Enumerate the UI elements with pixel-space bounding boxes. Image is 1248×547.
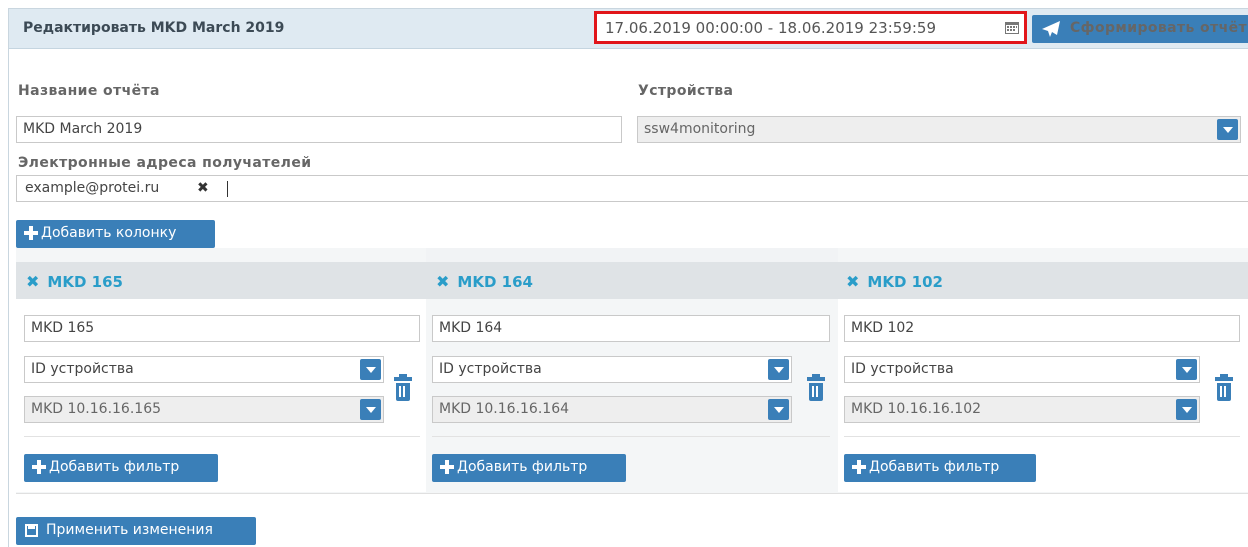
add-filter-button[interactable]: Добавить фильтр [432,454,626,482]
chevron-down-icon[interactable] [1217,119,1238,140]
add-filter-button[interactable]: Добавить фильтр [24,454,218,482]
devices-label: Устройства [638,83,734,99]
devices-value: ssw4monitoring [644,121,756,137]
date-range-value: 17.06.2019 00:00:00 - 18.06.2019 23:59:5… [605,19,936,37]
plus-icon [440,460,454,474]
emails-input[interactable]: example@protei.ru ✖ [16,175,1248,202]
trash-icon[interactable] [394,374,412,401]
filter-value: MKD 10.16.16.102 [851,401,982,417]
close-icon[interactable]: ✖ [436,272,449,291]
chevron-down-icon[interactable] [1176,359,1197,380]
add-filter-label: Добавить фильтр [49,459,180,475]
columns-header-bar [16,262,1248,299]
text-caret [227,181,228,197]
report-name-input[interactable]: MKD March 2019 [16,116,622,143]
trash-icon[interactable] [807,374,825,401]
chevron-down-icon[interactable] [360,399,381,420]
column-divider [24,436,420,437]
add-column-label: Добавить колонку [41,225,177,241]
page-title: Редактировать MKD March 2019 [23,20,285,36]
column-title-text: MKD 102 [867,273,943,291]
chevron-down-icon[interactable] [768,399,789,420]
add-filter-label: Добавить фильтр [457,459,588,475]
filter-select[interactable]: MKD 10.16.16.164 [432,396,792,423]
column-name-value: MKD 102 [851,320,915,336]
filter-value: MKD 10.16.16.165 [31,401,162,417]
plus-icon [32,460,46,474]
column-header-top [426,248,838,262]
apply-changes-button[interactable]: Применить изменения [16,517,256,545]
generate-report-button[interactable]: Сформировать отчёт [1032,15,1248,43]
column-name-value: MKD 164 [439,320,503,336]
field-value: ID устройства [851,361,954,377]
add-filter-button[interactable]: Добавить фильтр [844,454,1036,482]
date-range-picker[interactable]: 17.06.2019 00:00:00 - 18.06.2019 23:59:5… [594,11,1027,44]
filter-select[interactable]: MKD 10.16.16.102 [844,396,1200,423]
chevron-down-icon[interactable] [1176,399,1197,420]
add-column-button[interactable]: Добавить колонку [16,220,215,248]
trash-icon[interactable] [1215,374,1233,401]
column-title: ✖ MKD 165 [26,272,123,291]
close-icon[interactable]: ✖ [846,272,859,291]
field-select[interactable]: ID устройства [432,356,792,383]
close-icon[interactable]: ✖ [26,272,39,291]
column-title-text: MKD 165 [47,273,123,291]
email-tag: example@protei.ru [25,180,160,196]
filter-value: MKD 10.16.16.164 [439,401,570,417]
add-filter-label: Добавить фильтр [869,459,1000,475]
calendar-icon[interactable] [1005,21,1019,34]
devices-select[interactable]: ssw4monitoring [637,116,1241,143]
field-select[interactable]: ID устройства [24,356,384,383]
close-icon[interactable]: ✖ [197,180,209,196]
report-name-value: MKD March 2019 [23,121,143,137]
field-value: ID устройства [439,361,542,377]
save-icon [25,524,38,537]
column-title-text: MKD 164 [457,273,533,291]
column-name-input[interactable]: MKD 102 [844,315,1240,342]
report-name-label: Название отчёта [18,83,160,99]
column-name-value: MKD 165 [31,320,95,336]
column-name-input[interactable]: MKD 165 [24,315,420,342]
column-title: ✖ MKD 102 [846,272,943,291]
field-select[interactable]: ID устройства [844,356,1200,383]
filter-select[interactable]: MKD 10.16.16.165 [24,396,384,423]
column-divider [432,436,830,437]
chevron-down-icon[interactable] [768,359,789,380]
plus-icon [852,460,866,474]
send-icon [1042,21,1060,37]
apply-changes-label: Применить изменения [46,522,213,538]
emails-label: Электронные адреса получателей [18,155,312,171]
generate-report-label: Сформировать отчёт [1070,20,1247,36]
column-divider [844,436,1240,437]
column-name-input[interactable]: MKD 164 [432,315,830,342]
footer-divider [16,493,1248,494]
field-value: ID устройства [31,361,134,377]
chevron-down-icon[interactable] [360,359,381,380]
plus-icon [24,226,38,240]
column-title: ✖ MKD 164 [436,272,533,291]
